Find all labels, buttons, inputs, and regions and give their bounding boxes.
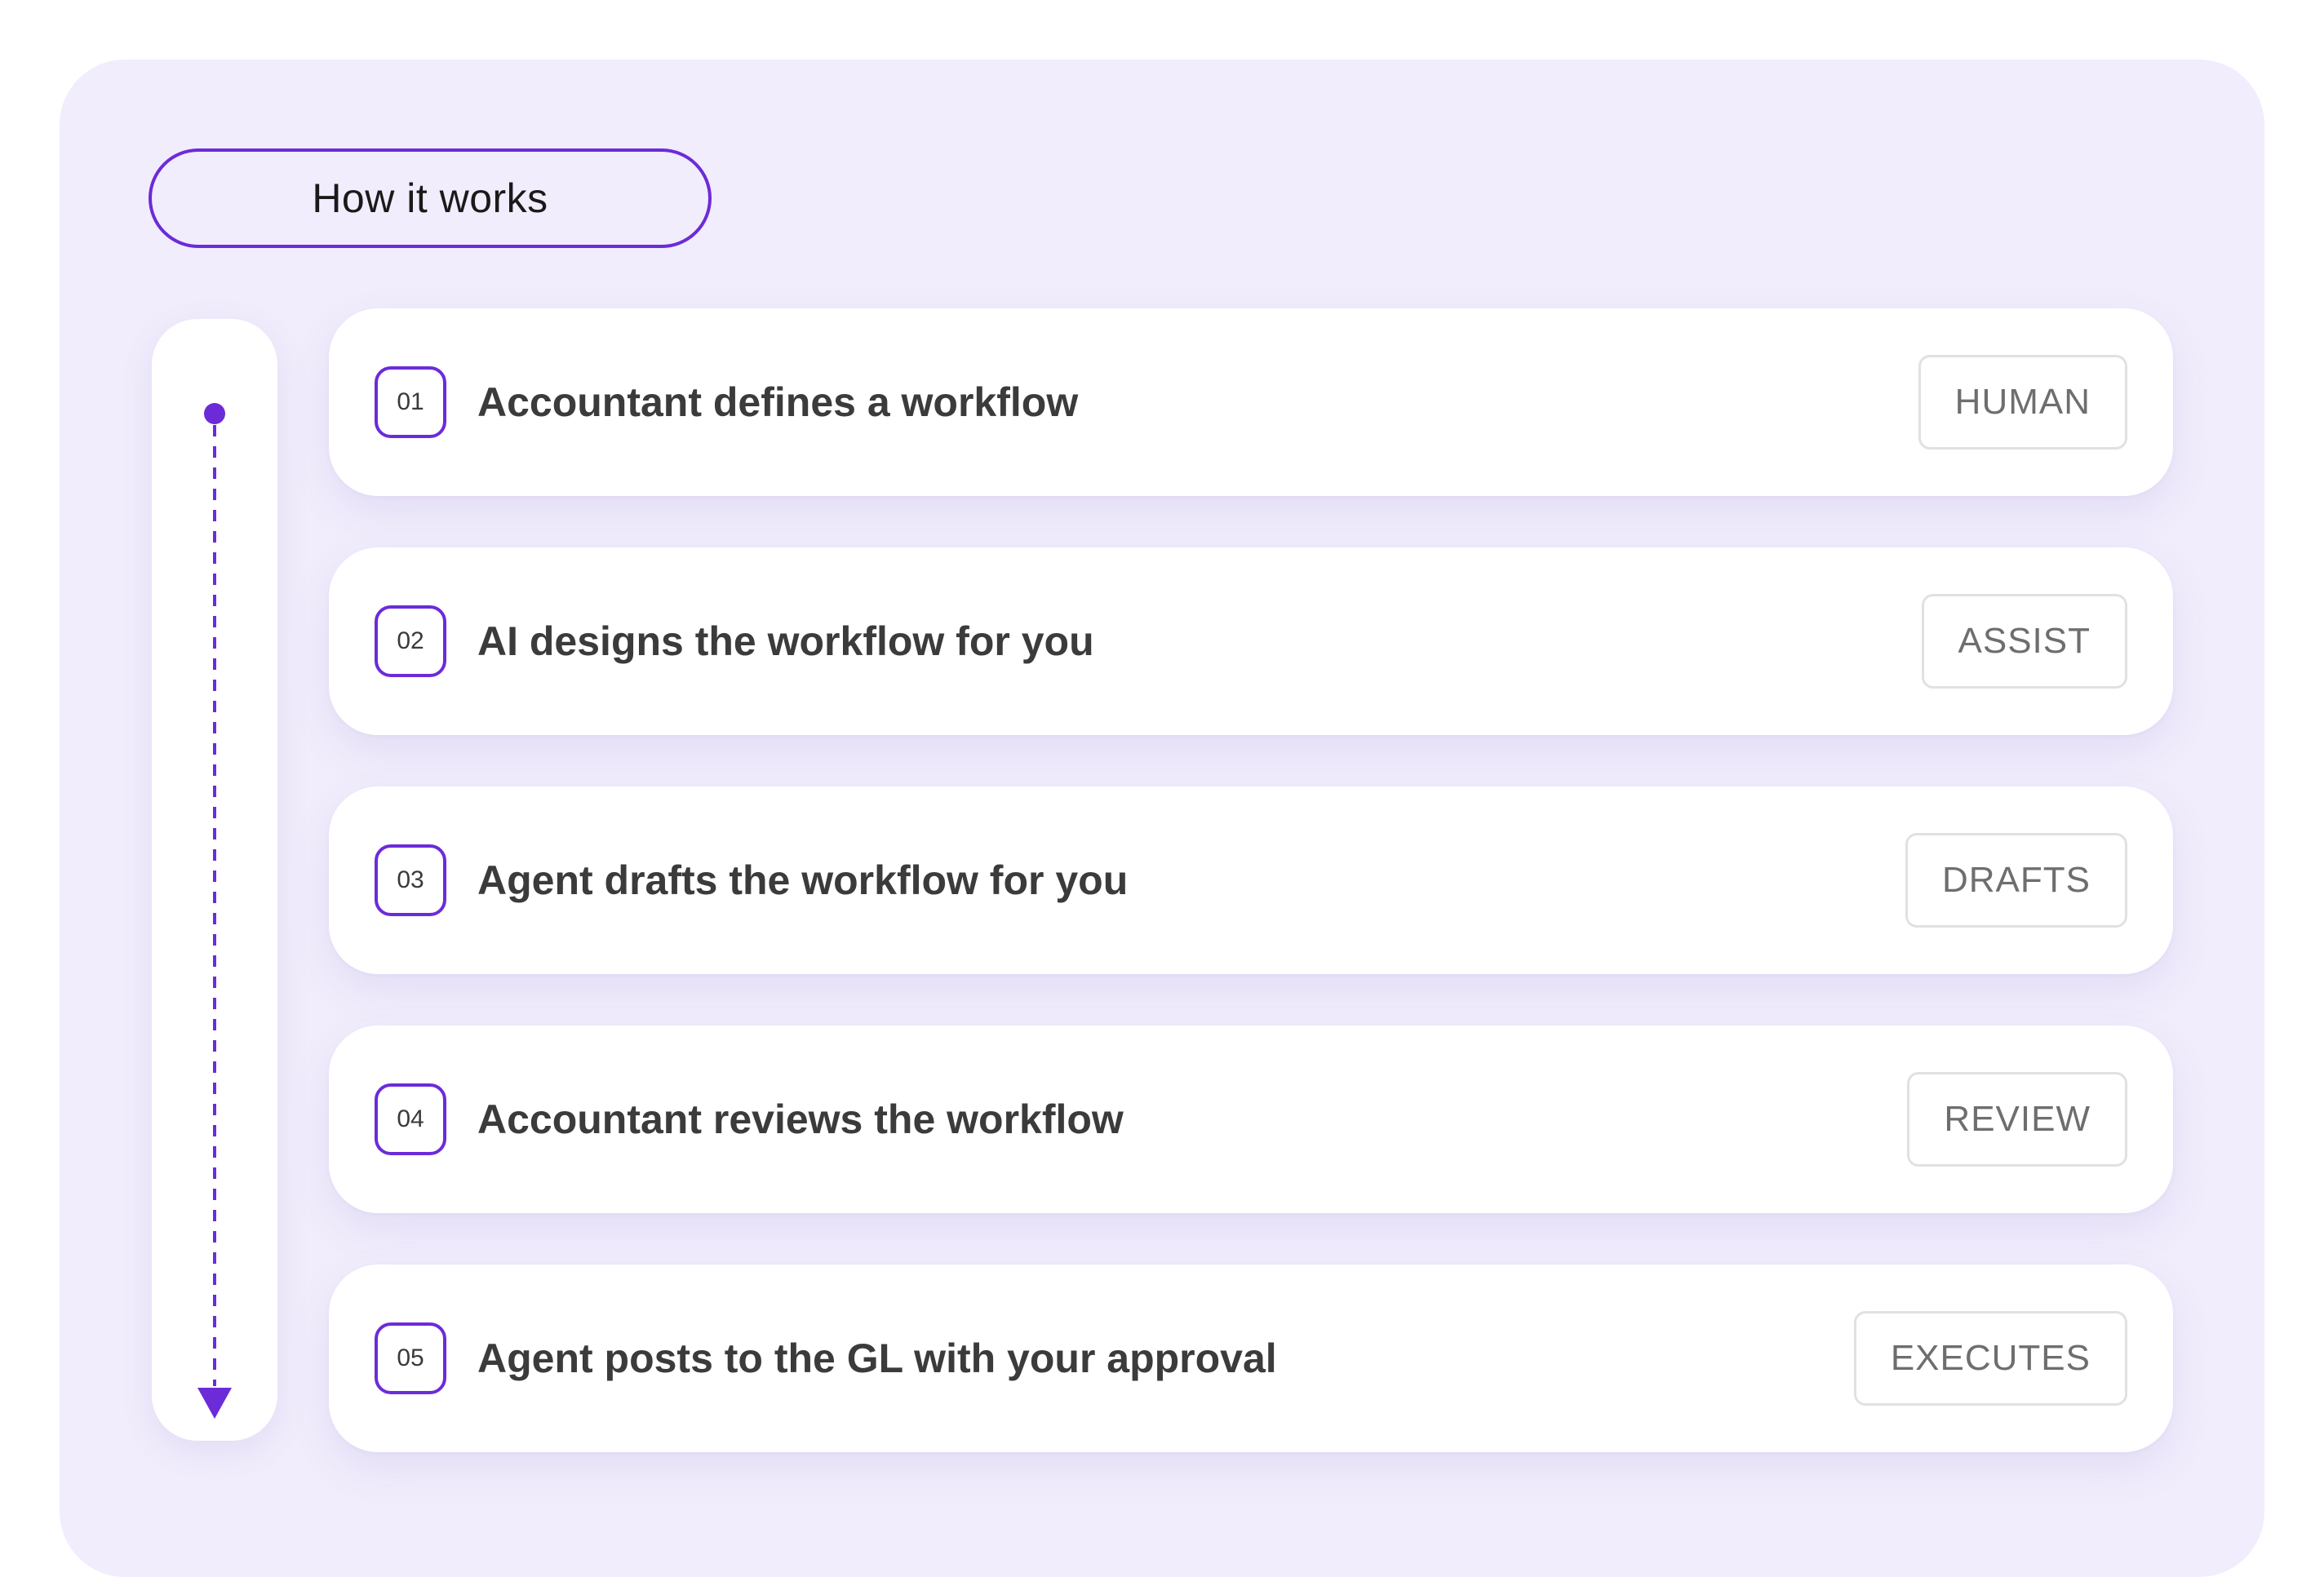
step-number-badge: 05 [375,1322,446,1394]
outer-card: How it works 01 Accountant defines a wor… [0,0,2324,1577]
step-title: Accountant defines a workflow [477,379,1079,425]
step-number: 03 [397,866,424,893]
step-number: 05 [397,1344,424,1371]
step-card-4: 04 Accountant reviews the workflow REVIE… [329,1025,2173,1213]
timeline-rail [152,319,277,1441]
step-card-2: 02 AI designs the workflow for you ASSIS… [329,547,2173,735]
step-number-badge: 01 [375,366,446,438]
step-number-badge: 02 [375,605,446,677]
how-it-works-pill: How it works [149,148,712,248]
how-it-works-label: How it works [312,175,548,221]
step-tag-executes: EXECUTES [1853,1311,2127,1406]
step-tag-human: HUMAN [1918,355,2127,450]
step-title: Accountant reviews the workflow [477,1096,1124,1142]
step-card-3: 03 Agent drafts the workflow for you DRA… [329,786,2173,974]
step-tag-drafts: DRAFTS [1905,833,2127,928]
steps-list: 01 Accountant defines a workflow HUMAN 0… [329,308,2173,1504]
timeline-connector [197,403,232,1419]
timeline-arrow-down-icon [197,1388,232,1419]
step-title: Agent drafts the workflow for you [477,857,1129,903]
step-number: 04 [397,1105,424,1132]
step-tag-assist: ASSIST [1921,594,2127,689]
step-number: 02 [397,627,424,654]
step-number: 01 [397,388,424,415]
step-tag-review: REVIEW [1907,1072,2127,1167]
step-card-5: 05 Agent posts to the GL with your appro… [329,1265,2173,1452]
step-number-badge: 03 [375,844,446,916]
step-number-badge: 04 [375,1083,446,1155]
step-title: Agent posts to the GL with your approval [477,1336,1277,1381]
how-it-works-panel: How it works 01 Accountant defines a wor… [60,60,2264,1577]
timeline-start-dot-icon [204,403,225,424]
step-card-1: 01 Accountant defines a workflow HUMAN [329,308,2173,496]
step-title: AI designs the workflow for you [477,618,1094,664]
